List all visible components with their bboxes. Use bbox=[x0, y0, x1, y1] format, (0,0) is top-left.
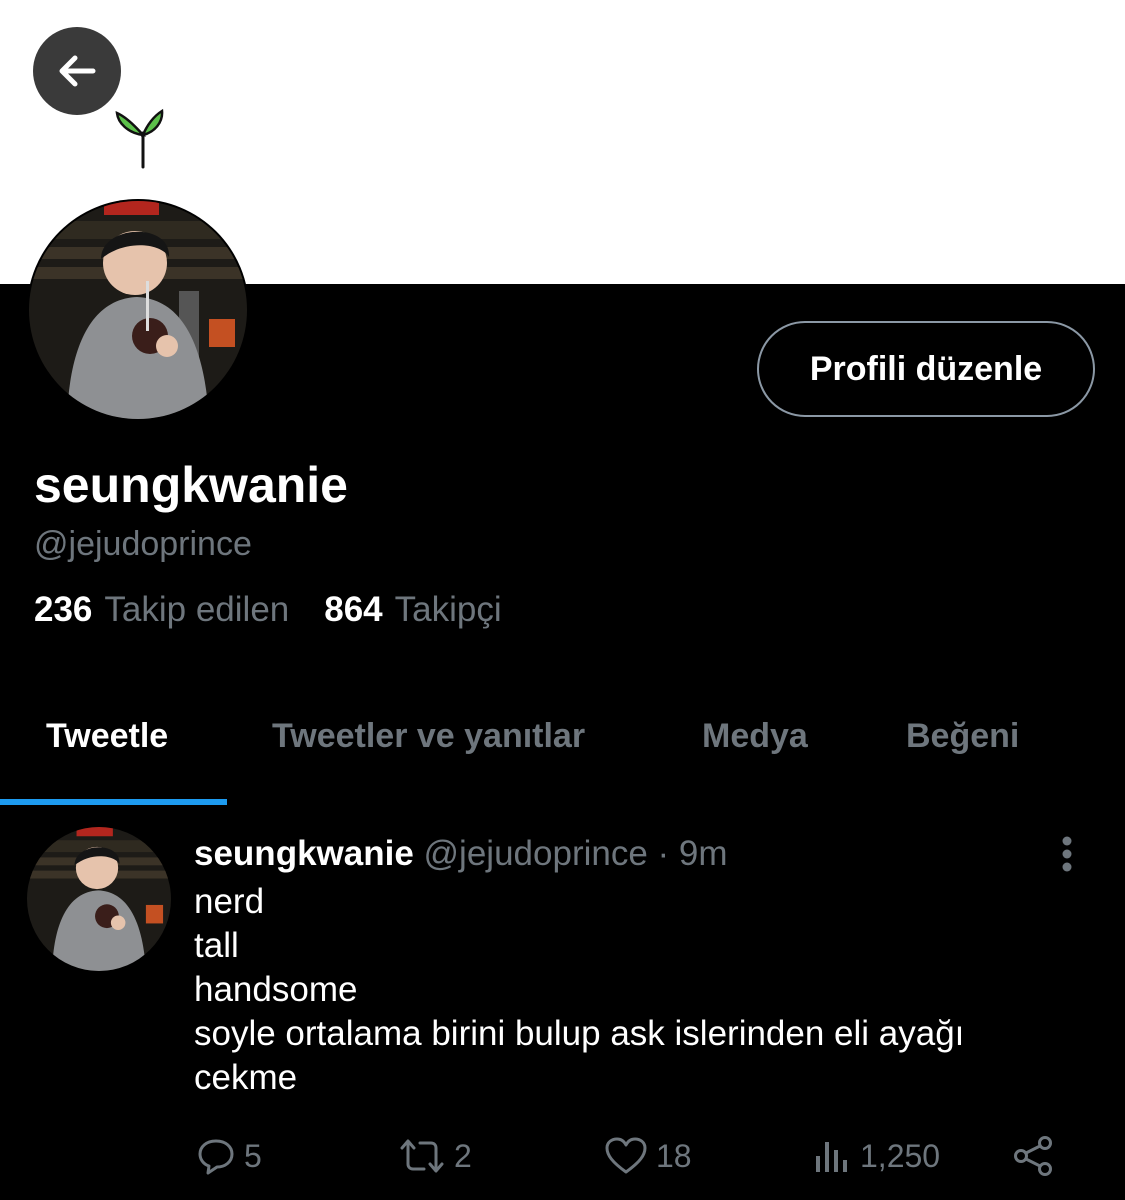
retweet-icon bbox=[400, 1139, 444, 1173]
tweet-header: seungkwanie @jejudoprince · 9m bbox=[194, 834, 728, 874]
arrow-left-icon bbox=[59, 55, 96, 87]
avatar-photo bbox=[29, 201, 247, 419]
views-button[interactable]: 1,250 bbox=[812, 1134, 940, 1178]
tweet-line: tall bbox=[194, 926, 239, 965]
tab-likes[interactable]: Beğeni bbox=[906, 717, 1019, 756]
edit-profile-button[interactable]: Profili düzenle bbox=[757, 321, 1095, 417]
share-icon bbox=[1014, 1136, 1052, 1176]
tweet-avatar[interactable] bbox=[27, 827, 171, 971]
profile-avatar[interactable] bbox=[27, 199, 249, 421]
following-count[interactable]: 236 bbox=[34, 590, 92, 630]
share-button[interactable] bbox=[1012, 1134, 1064, 1178]
retweet-button[interactable]: 2 bbox=[398, 1134, 472, 1178]
analytics-icon bbox=[816, 1142, 847, 1172]
tweet-line: handsome bbox=[194, 970, 358, 1009]
tweet-line: cekme bbox=[194, 1058, 298, 1097]
like-count: 18 bbox=[656, 1137, 692, 1174]
reply-count: 5 bbox=[244, 1137, 262, 1174]
profile-display-name: seungkwanie bbox=[34, 457, 348, 513]
following-label[interactable]: Takip edilen bbox=[104, 590, 289, 630]
followers-count[interactable]: 864 bbox=[324, 590, 382, 630]
tweet-handle-time: @jejudoprince · 9m bbox=[423, 834, 728, 873]
sprout-icon bbox=[115, 108, 164, 169]
reply-icon bbox=[198, 1139, 234, 1175]
tab-tweets[interactable]: Tweetle bbox=[46, 717, 168, 756]
tab-tweets-and-replies[interactable]: Tweetler ve yanıtlar bbox=[272, 717, 585, 756]
tab-media[interactable]: Medya bbox=[702, 717, 808, 756]
heart-icon bbox=[605, 1137, 647, 1174]
back-button[interactable] bbox=[33, 27, 121, 115]
active-tab-indicator bbox=[0, 799, 227, 805]
like-button[interactable]: 18 bbox=[604, 1134, 692, 1178]
view-count: 1,250 bbox=[860, 1137, 941, 1174]
profile-handle: @jejudoprince bbox=[34, 525, 252, 563]
tweet-line: nerd bbox=[194, 882, 265, 921]
retweet-count: 2 bbox=[454, 1137, 472, 1174]
follow-stats: 236 Takip edilen 864 Takipçi bbox=[34, 590, 537, 630]
followers-label[interactable]: Takipçi bbox=[395, 590, 502, 630]
tweet-line: soyle ortalama birini bulup ask islerind… bbox=[194, 1014, 965, 1053]
reply-button[interactable]: 5 bbox=[196, 1134, 262, 1178]
avatar-photo-small bbox=[27, 827, 171, 971]
tweet-text: nerd tall handsome soyle ortalama birini… bbox=[194, 880, 1094, 1100]
tweet-author-name[interactable]: seungkwanie bbox=[194, 834, 414, 873]
more-options-icon[interactable] bbox=[1055, 835, 1079, 875]
